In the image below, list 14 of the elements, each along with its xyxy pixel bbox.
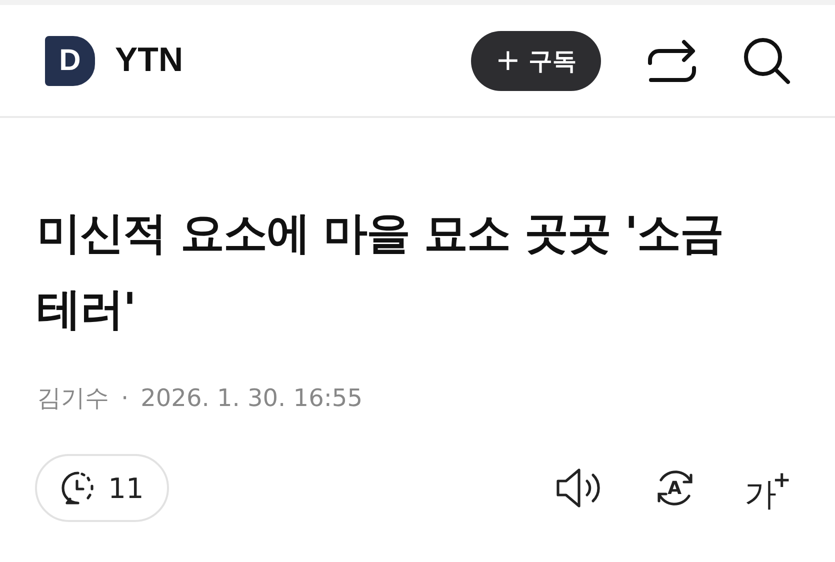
search-icon[interactable] <box>743 36 791 84</box>
share-icon[interactable] <box>647 38 697 84</box>
brand-name[interactable]: YTN <box>115 41 183 80</box>
logo-icon: D <box>45 36 95 86</box>
publish-date: 2026. 1. 30. 16:55 <box>140 384 362 412</box>
comments-button[interactable]: 11 <box>35 454 169 522</box>
speaker-icon[interactable] <box>554 466 603 510</box>
separator-dot: · <box>121 384 129 412</box>
subscribe-button[interactable]: + 구독 <box>471 30 601 90</box>
comment-clock-icon <box>60 470 96 506</box>
author-name[interactable]: 김기수 <box>37 382 109 414</box>
font-size-button[interactable]: 가$^{+}$ <box>744 466 791 510</box>
article-title: 미신적 요소에 마을 묘소 곳곳 '소금 테러' <box>37 207 724 337</box>
translate-button[interactable]: A <box>652 466 697 510</box>
